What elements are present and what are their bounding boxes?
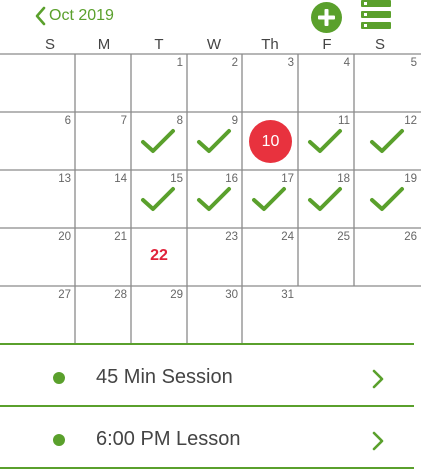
calendar-day-cell[interactable]: 3 (242, 54, 298, 111)
weekday-label: F (322, 36, 332, 53)
calendar-day-cell[interactable]: 14 (75, 170, 131, 227)
session-item-6pm-lesson[interactable]: 6:00 PM Lesson (0, 408, 414, 468)
month-label: Oct 2019 (49, 7, 114, 24)
calendar-day-cell[interactable]: 17 (242, 170, 298, 227)
chevron-right-icon (372, 369, 384, 389)
weekday-label: W (206, 36, 222, 53)
calendar-day-cell[interactable]: 1 (131, 54, 187, 111)
calendar-day-cell[interactable]: 15 (131, 170, 187, 227)
weekday-header: S M T W Th F S (0, 36, 421, 54)
calendar-day-cell[interactable]: 18 (298, 170, 354, 227)
day-number: 5 (410, 57, 417, 69)
today-indicator: 10 (249, 120, 292, 163)
weekday-label: M (97, 36, 111, 53)
calendar-day-cell[interactable]: 25 (298, 228, 354, 285)
day-number: 30 (225, 289, 238, 301)
weekday-label: S (374, 36, 385, 53)
calendar-day-cell[interactable]: 6 (0, 112, 75, 169)
calendar-day-cell[interactable]: 22 (131, 228, 187, 285)
calendar-day-cell[interactable]: 27 (0, 286, 75, 343)
divider (0, 467, 414, 469)
checkmark-icon (370, 129, 404, 153)
calendar-day-cell[interactable]: 11 (298, 112, 354, 169)
checkmark-icon (252, 187, 286, 211)
list-menu-icon[interactable] (361, 0, 391, 29)
divider (0, 405, 414, 407)
calendar-day-cell[interactable]: 4 (298, 54, 354, 111)
plus-circle-icon[interactable] (311, 2, 342, 33)
calendar-day-cell[interactable]: 16 (187, 170, 242, 227)
day-number: 3 (287, 57, 294, 69)
day-number: 26 (404, 231, 417, 243)
day-number: 12 (404, 115, 417, 127)
back-month-button[interactable]: Oct 2019 (34, 4, 114, 28)
calendar-day-cell[interactable]: 9 (187, 112, 242, 169)
session-label: 6:00 PM Lesson (96, 428, 241, 450)
calendar-day-cell[interactable]: 13 (0, 170, 75, 227)
calendar-day-cell[interactable]: 24 (242, 228, 298, 285)
session-item-45-min[interactable]: 45 Min Session (0, 346, 414, 406)
calendar-day-cell[interactable]: 19 (354, 170, 421, 227)
weekday-label: S (44, 36, 55, 53)
day-number: 21 (114, 231, 127, 243)
checkmark-icon (308, 129, 342, 153)
session-label: 45 Min Session (96, 366, 233, 388)
calendar-day-cell[interactable]: 31 (242, 286, 298, 343)
calendar-day-cell[interactable]: 23 (187, 228, 242, 285)
calendar-day-cell[interactable]: 21 (75, 228, 131, 285)
weekday-label: Th (261, 36, 279, 53)
calendar-day-cell[interactable]: 30 (187, 286, 242, 343)
day-number: 23 (225, 231, 238, 243)
top-bar: Oct 2019 (0, 0, 421, 33)
calendar-day-cell[interactable]: 10 (242, 112, 298, 169)
checkmark-icon (370, 187, 404, 211)
day-number: 4 (343, 57, 350, 69)
checkmark-icon (197, 187, 231, 211)
calendar-day-cell[interactable]: 2 (187, 54, 242, 111)
day-number: 24 (281, 231, 294, 243)
chevron-right-icon (372, 431, 384, 451)
day-number: 25 (337, 231, 350, 243)
bullet-dot-icon (53, 434, 65, 446)
calendar-day-cell[interactable]: 29 (131, 286, 187, 343)
day-number: 31 (281, 289, 294, 301)
weekday-label: T (154, 36, 164, 53)
calendar-day-cell[interactable]: 28 (75, 286, 131, 343)
day-number: 2 (231, 57, 238, 69)
calendar-day-cell[interactable]: 20 (0, 228, 75, 285)
highlighted-day-number: 22 (150, 247, 168, 264)
day-number: 27 (58, 289, 71, 301)
day-number: 28 (114, 289, 127, 301)
calendar-day-cell[interactable]: 7 (75, 112, 131, 169)
day-number: 19 (404, 173, 417, 185)
checkmark-icon (308, 187, 342, 211)
day-number: 20 (58, 231, 71, 243)
chevron-left-icon (35, 6, 46, 26)
bullet-dot-icon (53, 372, 65, 384)
checkmark-icon (197, 129, 231, 153)
checkmark-icon (141, 129, 175, 153)
day-number: 13 (58, 173, 71, 185)
calendar-day-cell[interactable]: 5 (354, 54, 421, 111)
checkmark-icon (141, 187, 175, 211)
day-number: 1 (176, 57, 183, 69)
day-number: 29 (170, 289, 183, 301)
day-number: 7 (120, 115, 127, 127)
day-number: 14 (114, 173, 127, 185)
divider (0, 343, 414, 345)
day-number: 6 (64, 115, 71, 127)
calendar-day-cell[interactable]: 12 (354, 112, 421, 169)
calendar-day-cell[interactable]: 8 (131, 112, 187, 169)
calendar-day-cell[interactable]: 26 (354, 228, 421, 285)
day-number: 9 (231, 115, 238, 127)
day-number: 8 (176, 115, 183, 127)
